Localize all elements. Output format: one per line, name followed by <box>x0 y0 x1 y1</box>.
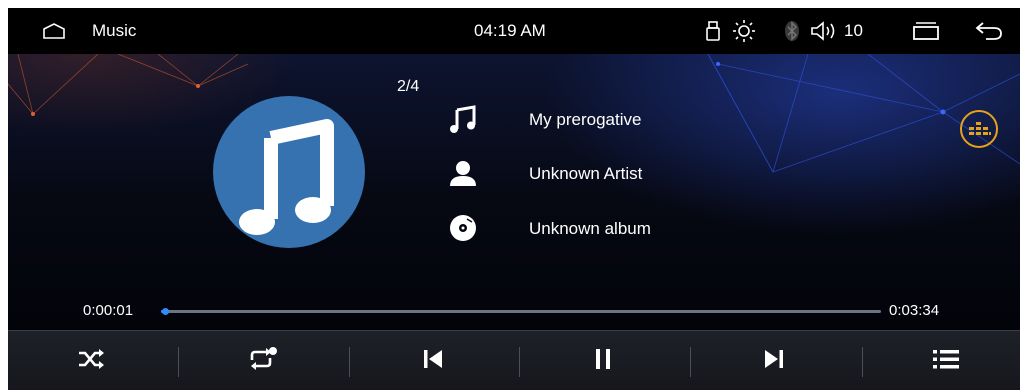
shuffle-icon <box>77 347 107 376</box>
album-name: Unknown album <box>529 219 651 238</box>
elapsed-time: 0:00:01 <box>83 302 134 319</box>
bluetooth-icon <box>784 19 800 48</box>
previous-button[interactable] <box>349 331 517 390</box>
playlist-button[interactable] <box>862 331 1020 390</box>
next-icon <box>763 348 785 375</box>
playlist-icon <box>931 347 961 376</box>
shuffle-button[interactable] <box>8 331 176 390</box>
usb-icon <box>706 20 720 47</box>
progress-knob[interactable] <box>161 308 169 315</box>
volume-level: 10 <box>844 21 863 40</box>
song-title: My prerogative <box>529 110 642 129</box>
status-bar: Music 04:19 AM 10 <box>8 8 1020 54</box>
disc-icon <box>448 213 478 248</box>
person-icon <box>448 158 478 193</box>
brightness-icon[interactable] <box>732 19 756 48</box>
track-index: 2/4 <box>397 78 420 95</box>
now-playing-panel: 2/4 My prerogative Unknown Artist Unknow… <box>8 54 1020 330</box>
album-art-music-note-icon <box>211 94 367 255</box>
app-title: Music <box>92 21 137 40</box>
background-decoration <box>8 54 1020 173</box>
playback-controls <box>8 330 1020 390</box>
total-time: 0:03:34 <box>889 302 940 319</box>
music-note-icon <box>448 104 478 139</box>
pause-button[interactable] <box>519 331 687 390</box>
repeat-one-icon <box>246 346 278 377</box>
next-button[interactable] <box>690 331 858 390</box>
clock: 04:19 AM <box>474 21 546 40</box>
music-player-screen: Music 04:19 AM 10 2/4 My prerogative Unk… <box>8 8 1020 390</box>
repeat-button[interactable] <box>178 331 346 390</box>
pause-icon <box>593 347 613 376</box>
equalizer-icon[interactable] <box>959 109 999 154</box>
previous-icon <box>422 348 444 375</box>
home-icon[interactable] <box>42 21 66 46</box>
volume-icon[interactable] <box>810 20 842 47</box>
back-icon[interactable] <box>974 20 1004 47</box>
artist-name: Unknown Artist <box>529 164 643 183</box>
progress-bar[interactable] <box>161 308 881 315</box>
recent-apps-icon[interactable] <box>912 20 940 47</box>
